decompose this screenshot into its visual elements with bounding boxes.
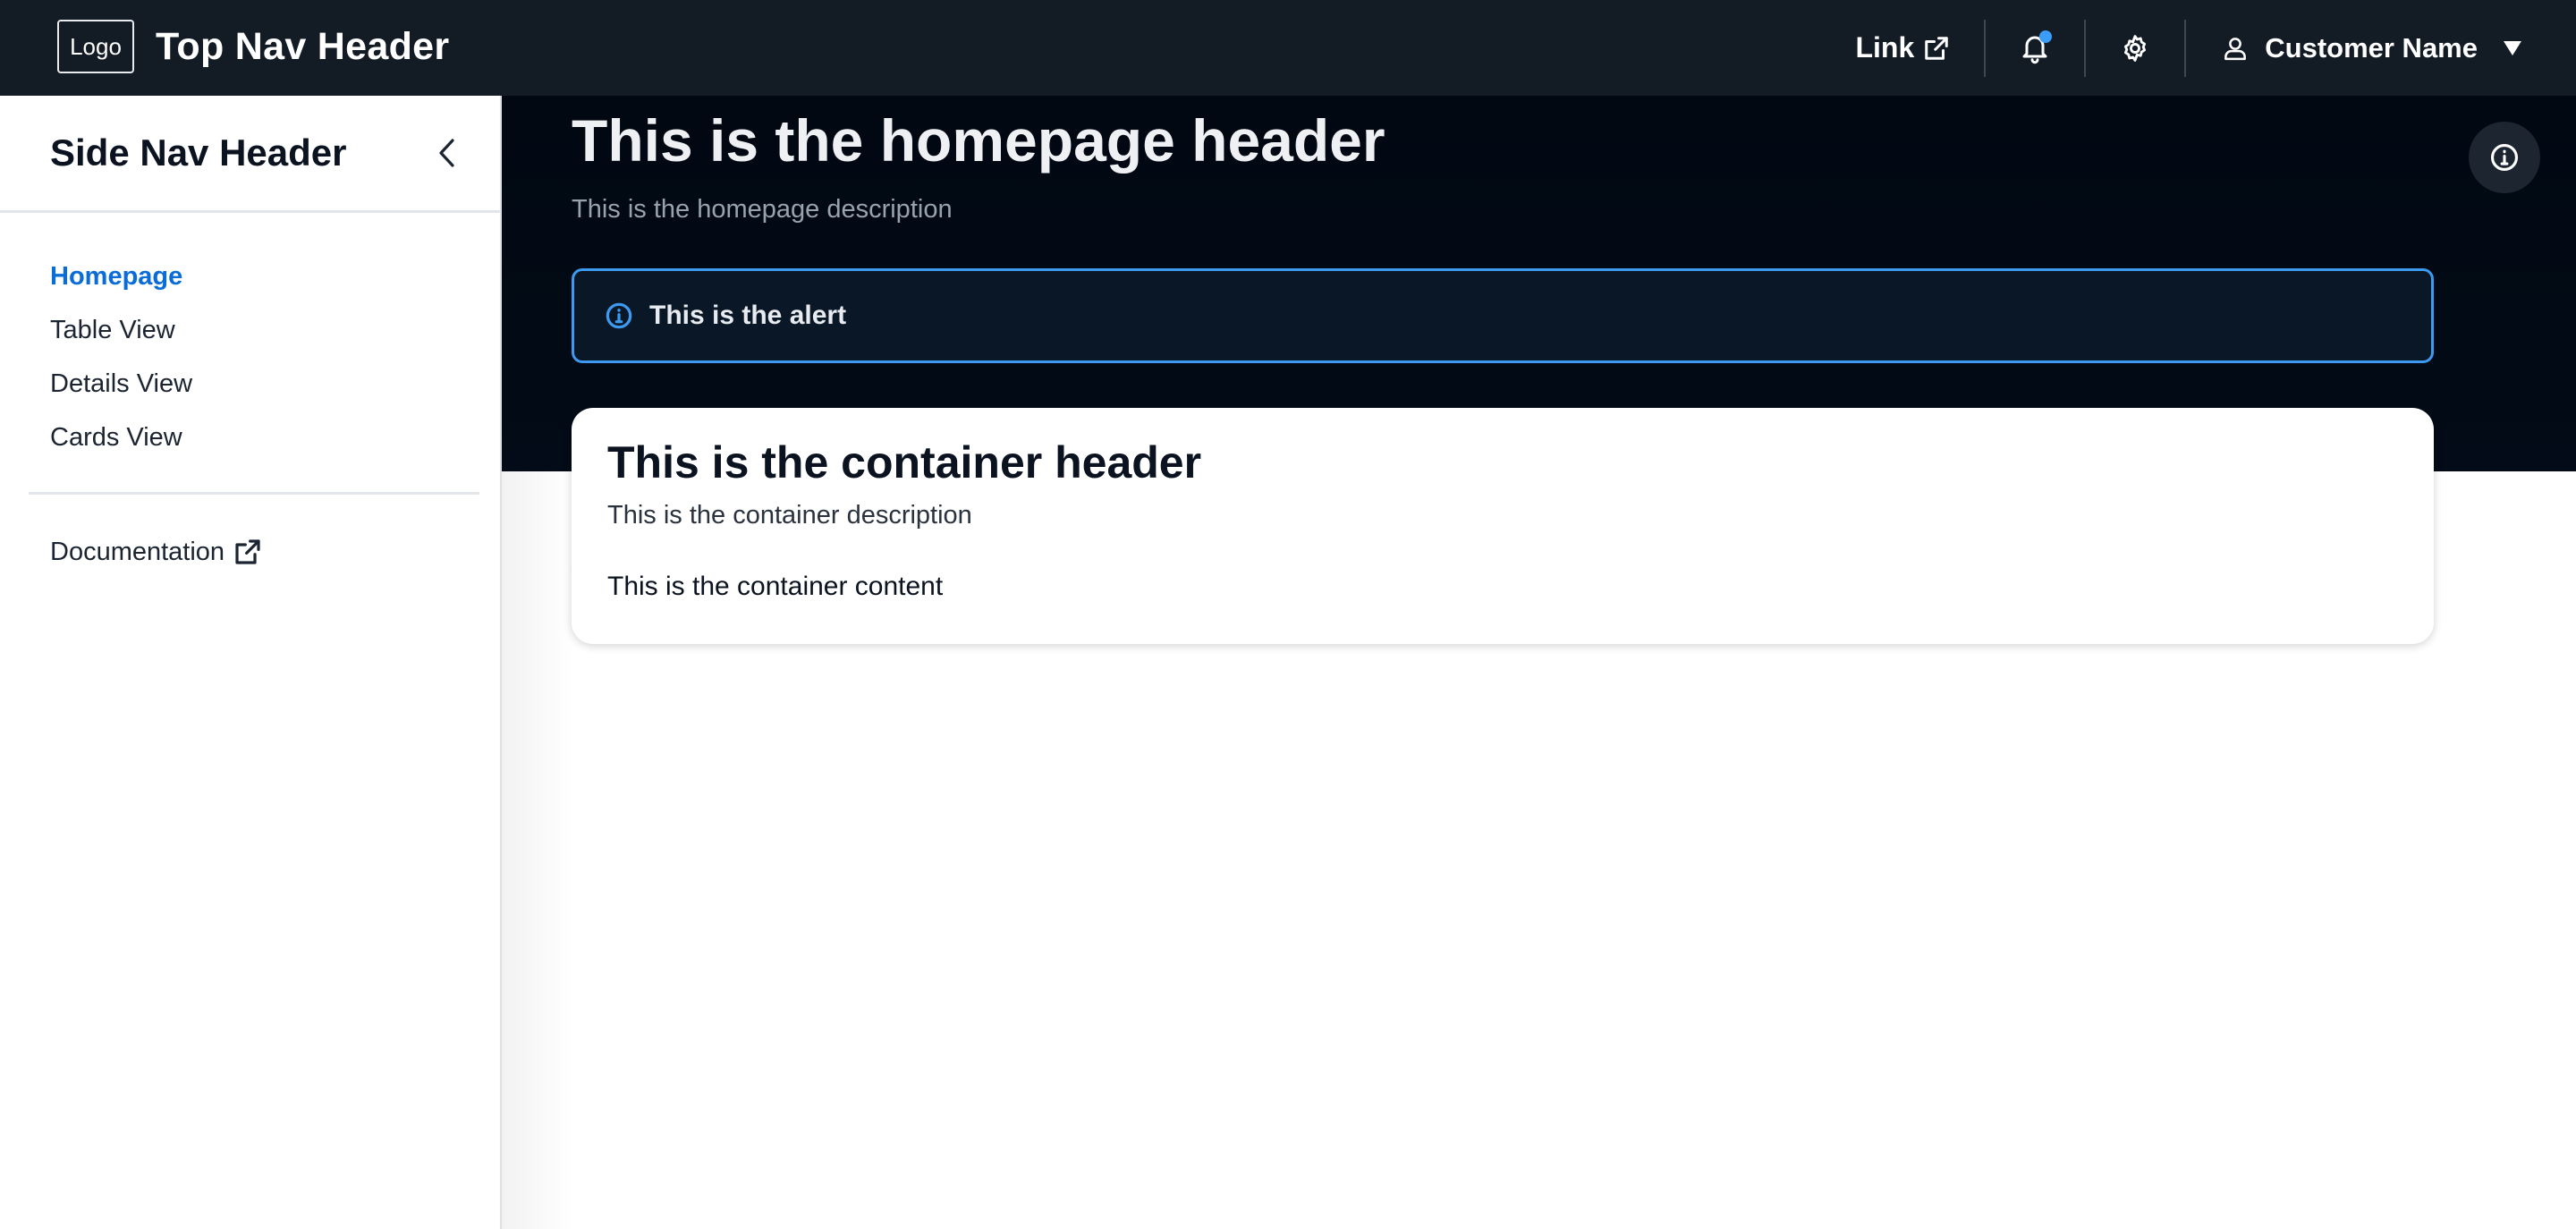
side-navigation: Side Nav Header Homepage Table View Deta… bbox=[0, 96, 502, 1229]
top-nav-title[interactable]: Top Nav Header bbox=[156, 21, 449, 72]
sidebar-item-table-view[interactable]: Table View bbox=[50, 303, 192, 357]
user-name: Customer Name bbox=[2265, 31, 2478, 64]
caret-down-icon bbox=[2504, 40, 2521, 55]
documentation-label: Documentation bbox=[50, 538, 225, 566]
info-icon bbox=[2490, 143, 2519, 172]
top-nav-link[interactable]: Link bbox=[1855, 31, 1950, 64]
logo[interactable]: Logo bbox=[57, 20, 134, 73]
external-link-icon bbox=[235, 539, 260, 564]
top-navigation: Logo Top Nav Header Link Customer Name bbox=[0, 0, 2576, 96]
top-nav-utilities: Link Customer Name bbox=[1855, 0, 2576, 96]
side-nav-header: Side Nav Header bbox=[0, 96, 500, 213]
sidebar-item-homepage[interactable]: Homepage bbox=[50, 250, 192, 303]
container-header: This is the container header bbox=[607, 437, 1202, 487]
side-nav-title[interactable]: Side Nav Header bbox=[50, 131, 347, 174]
gear-icon bbox=[2124, 34, 2147, 62]
container-card: This is the container header This is the… bbox=[572, 408, 2434, 644]
sidebar-item-cards-view[interactable]: Cards View bbox=[50, 411, 192, 464]
container-content: This is the container content bbox=[607, 572, 944, 601]
side-nav-divider bbox=[29, 492, 479, 495]
settings-button[interactable] bbox=[2086, 0, 2184, 96]
collapse-side-nav-button[interactable] bbox=[428, 133, 467, 173]
external-link-icon bbox=[1925, 36, 1948, 60]
user-icon bbox=[2224, 37, 2247, 60]
notifications-button[interactable] bbox=[1986, 0, 2084, 96]
top-nav-link-label: Link bbox=[1855, 31, 1915, 64]
alert-text: This is the alert bbox=[649, 301, 847, 330]
info-icon bbox=[606, 302, 632, 329]
user-menu[interactable]: Customer Name bbox=[2186, 32, 2576, 64]
chevron-left-icon bbox=[439, 139, 454, 167]
sidebar-item-documentation[interactable]: Documentation bbox=[50, 525, 262, 579]
info-alert: This is the alert bbox=[572, 268, 2434, 363]
page-title: This is the homepage header bbox=[572, 107, 1385, 174]
side-nav-items: Homepage Table View Details View Cards V… bbox=[50, 250, 192, 464]
page-description: This is the homepage description bbox=[572, 195, 953, 224]
info-button[interactable] bbox=[2469, 122, 2540, 193]
container-description: This is the container description bbox=[607, 501, 972, 530]
sidebar-item-details-view[interactable]: Details View bbox=[50, 357, 192, 411]
